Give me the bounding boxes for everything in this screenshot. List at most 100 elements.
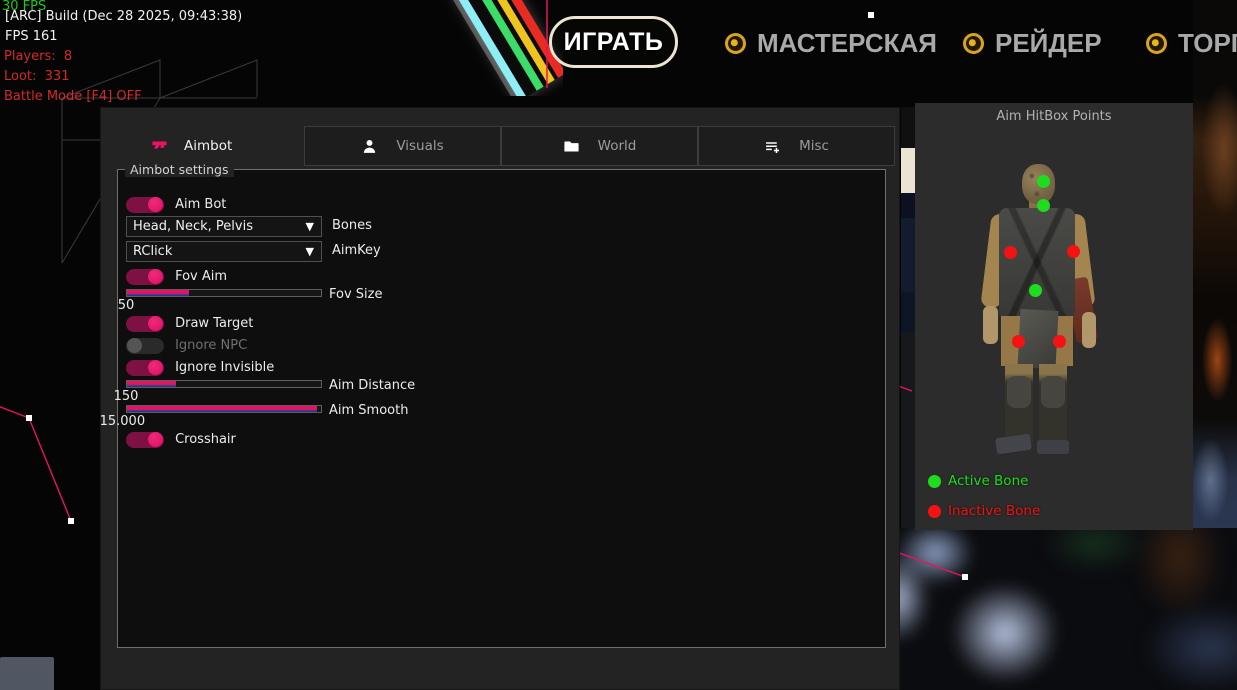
slider-fill — [127, 381, 176, 387]
menu-item-raider[interactable]: РЕЙДЕР — [963, 29, 1102, 57]
tab-label: Aimbot — [184, 138, 232, 154]
hitbox-point-neck — [1037, 199, 1050, 212]
model-left-hand — [983, 306, 998, 344]
aim-smooth-label: Aim Smooth — [329, 403, 408, 418]
background-sliver — [901, 218, 915, 292]
tab-world[interactable]: World — [501, 126, 698, 166]
tab-label: World — [598, 138, 637, 154]
hud-fps-value: FPS 161 — [5, 30, 58, 44]
background-blur-shapes — [900, 528, 1237, 690]
model-left-boot — [995, 434, 1032, 455]
menu-item-label: ТОРГО — [1178, 28, 1237, 59]
chevron-down-icon — [306, 245, 314, 258]
hitbox-panel-title: Aim HitBox Points — [915, 109, 1193, 124]
hitbox-point-right-thigh — [1053, 335, 1066, 348]
model-right-hand — [1082, 312, 1096, 348]
bones-dropdown[interactable]: Head, Neck, Pelvis — [126, 216, 322, 237]
esp-vertex-dot — [868, 12, 874, 18]
slider-fill — [127, 290, 189, 296]
coin-icon — [1144, 31, 1169, 56]
hitbox-panel: Aim HitBox Points Active Bone Inactive B… — [915, 103, 1193, 530]
pistol-icon — [151, 138, 168, 155]
ignore-invisible-row: Ignore Invisible — [126, 357, 274, 379]
background-sliver — [901, 332, 915, 528]
background-sliver — [901, 107, 915, 148]
coin-icon — [723, 31, 748, 56]
tab-label: Visuals — [396, 138, 443, 154]
draw-target-row: Draw Target — [126, 313, 253, 335]
bones-dropdown-value: Head, Neck, Pelvis — [133, 219, 253, 234]
draw-target-toggle[interactable] — [126, 316, 164, 332]
aimkey-dropdown[interactable]: RClick — [126, 241, 322, 262]
esp-vertex-dot — [68, 518, 74, 524]
background-block — [0, 657, 54, 690]
esp-tracer-line — [0, 405, 71, 521]
play-button[interactable]: ИГРАТЬ — [549, 16, 678, 68]
hud-build-info: [ARC] Build (Dec 28 2025, 09:43:38) — [5, 10, 242, 24]
hud-battle-mode-status: Battle Mode [F4] OFF — [4, 90, 142, 104]
crosshair-row: Crosshair — [126, 429, 236, 451]
aim-distance-label: Aim Distance — [329, 378, 415, 393]
background-sliver — [901, 148, 915, 193]
rainbow-stripes — [438, 0, 563, 96]
ignore-invisible-label: Ignore Invisible — [175, 360, 274, 375]
hitbox-point-left-arm — [1004, 246, 1017, 259]
menu-item-trader[interactable]: ТОРГО — [1146, 29, 1237, 57]
tab-misc[interactable]: Misc — [698, 126, 895, 166]
model-right-knee — [1041, 376, 1065, 408]
folder-icon — [563, 138, 580, 155]
aim-smooth-slider[interactable] — [126, 405, 322, 413]
esp-vertex-dot — [26, 415, 32, 421]
fov-size-slider[interactable] — [126, 289, 322, 297]
ignore-npc-toggle[interactable] — [126, 338, 164, 354]
hud-loot-count: Loot: 331 — [4, 70, 69, 84]
group-title: Aimbot settings — [125, 162, 234, 177]
tab-label: Misc — [799, 138, 829, 154]
aim-bot-toggle[interactable] — [126, 197, 164, 213]
crosshair-label: Crosshair — [175, 432, 236, 447]
aimkey-row: RClick AimKey — [126, 241, 322, 263]
hitbox-point-pelvis — [1029, 284, 1042, 297]
menu-item-workshop[interactable]: МАСТЕРСКАЯ — [725, 29, 937, 57]
coin-icon — [961, 31, 986, 56]
ignore-invisible-toggle[interactable] — [126, 360, 164, 376]
ignore-npc-row: Ignore NPC — [126, 335, 247, 357]
aim-bot-label: Aim Bot — [175, 197, 226, 212]
game-screen: { "colors": { "accent": "#e7135f", "togg… — [0, 0, 1237, 690]
fov-aim-row: Fov Aim — [126, 266, 227, 288]
model-torso — [999, 208, 1075, 316]
ignore-npc-label: Ignore NPC — [175, 338, 247, 353]
player-model-preview — [985, 160, 1115, 455]
background-scene-bottom — [900, 528, 1237, 690]
background-sliver — [901, 292, 915, 332]
aim-distance-slider[interactable] — [126, 380, 322, 388]
play-button-label: ИГРАТЬ — [564, 28, 664, 57]
legend-label: Active Bone — [948, 473, 1028, 489]
aimkey-label: AimKey — [332, 243, 381, 258]
active-bone-dot-icon — [928, 475, 941, 488]
bones-label: Bones — [332, 218, 372, 233]
legend-label: Inactive Bone — [948, 503, 1040, 519]
tab-aimbot[interactable]: Aimbot — [117, 126, 304, 166]
legend-active-bone: Active Bone — [928, 473, 1028, 489]
aim-distance-value: 150 — [114, 389, 139, 404]
slider-fill — [127, 406, 317, 412]
hitbox-point-right-arm — [1067, 245, 1080, 258]
fov-size-value: 50 — [118, 298, 135, 313]
draw-target-label: Draw Target — [175, 316, 253, 331]
background-sliver — [901, 193, 915, 218]
aimbot-settings-group: Aimbot settings Aim Bot Head, Neck, Pelv… — [117, 169, 886, 648]
fov-aim-toggle[interactable] — [126, 269, 164, 285]
rainbow-neon-sign — [398, 0, 563, 96]
model-left-knee — [1007, 376, 1031, 408]
tab-visuals[interactable]: Visuals — [304, 126, 501, 166]
menu-item-label: РЕЙДЕР — [995, 28, 1102, 59]
person-icon — [361, 138, 378, 155]
bones-row: Head, Neck, Pelvis Bones — [126, 216, 322, 238]
chevron-down-icon — [306, 220, 314, 233]
hud-players-count: Players: 8 — [4, 50, 72, 64]
hitbox-point-head — [1037, 175, 1050, 188]
aimkey-dropdown-value: RClick — [133, 244, 172, 259]
crosshair-toggle[interactable] — [126, 432, 164, 448]
aim-smooth-value: 15.000 — [100, 414, 146, 429]
